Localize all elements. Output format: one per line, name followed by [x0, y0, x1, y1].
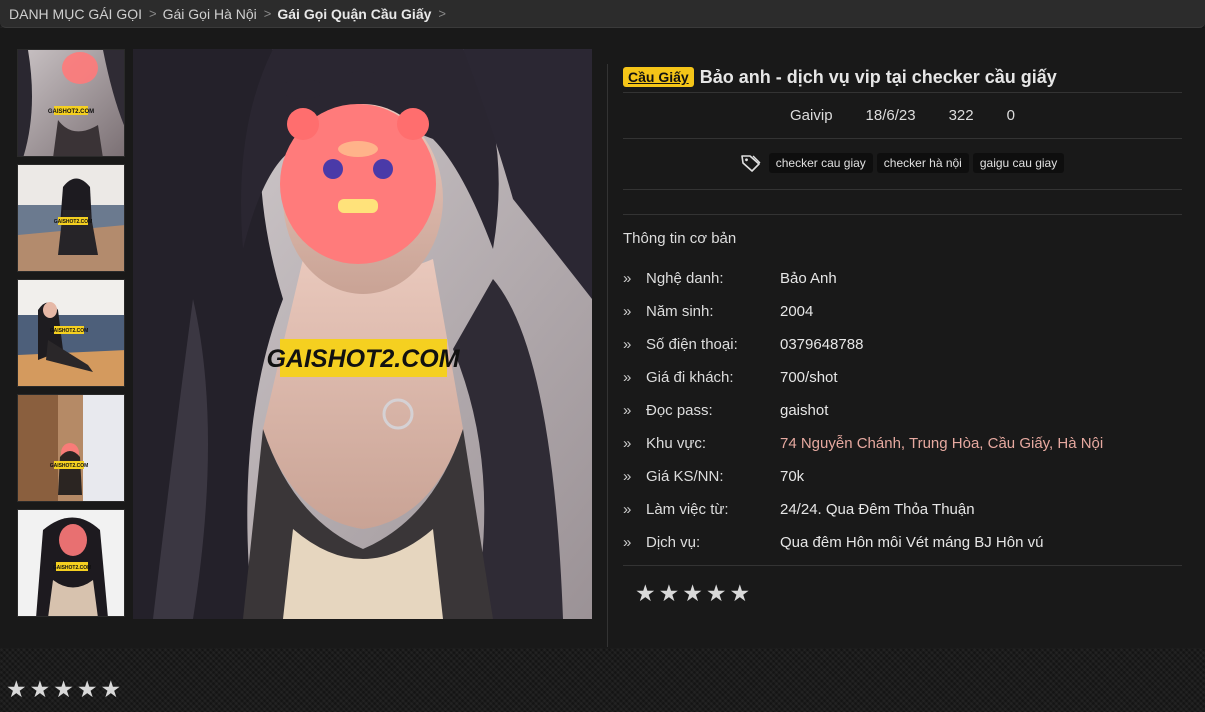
divider: [623, 189, 1182, 190]
detail-value: Bảo Anh: [780, 270, 837, 287]
star-icon[interactable]: ★: [730, 580, 751, 614]
detail-label: Số điện thoại:: [646, 336, 738, 353]
thumbnail-list: GAISHOT2.COM GAISHOT2.COM GAISHOT2.COM G…: [17, 49, 125, 624]
detail-value: 24/24. Qua Đêm Thỏa Thuận: [780, 501, 975, 518]
watermark-text: GAISHOT2.COM: [53, 565, 92, 571]
post-comments[interactable]: 0: [1007, 107, 1015, 124]
section-title: Thông tin cơ bản: [623, 230, 737, 247]
post-meta: Gaivip 18/6/23 322 0: [623, 93, 1182, 138]
divider: [623, 214, 1182, 215]
star-icon[interactable]: ★: [706, 580, 727, 614]
detail-row-hours: » Làm việc từ: 24/24. Qua Đêm Thỏa Thuận: [623, 493, 1182, 526]
thumbnail-4[interactable]: GAISHOT2.COM: [17, 394, 125, 502]
watermark-text: GAISHOT2.COM: [50, 463, 89, 469]
tag-checker-cau-giay[interactable]: checker cau giay: [768, 153, 873, 173]
post-views: 322: [948, 107, 974, 124]
thumbnail-3[interactable]: GAISHOT2.COM: [17, 279, 125, 387]
tag-icon: [740, 155, 761, 172]
thumbnail-5[interactable]: GAISHOT2.COM: [17, 509, 125, 617]
chevron-right-icon: >: [263, 6, 272, 21]
detail-label: Đọc pass:: [646, 402, 713, 419]
breadcrumb-item-hanoi[interactable]: Gái Gọi Hà Nội: [163, 6, 257, 22]
divider: [607, 64, 608, 647]
star-icon[interactable]: ★: [682, 580, 703, 614]
detail-label: Dịch vụ:: [646, 534, 701, 551]
rating-stars-bottom[interactable]: ★ ★ ★ ★ ★: [6, 676, 121, 703]
detail-row-phone: » Số điện thoại: 0379648788: [623, 328, 1182, 361]
detail-row-area: » Khu vực: 74 Nguyễn Chánh, Trung Hòa, C…: [623, 427, 1182, 460]
face-sticker: [280, 104, 436, 264]
detail-value: 700/shot: [780, 369, 838, 386]
detail-row-services: » Dịch vụ: Qua đêm Hôn môi Vét máng BJ H…: [623, 526, 1182, 559]
tag-gaigu-cau-giay[interactable]: gaigu cau giay: [972, 153, 1065, 173]
detail-label: Giá đi khách:: [646, 369, 734, 386]
detail-row-pass: » Đọc pass: gaishot: [623, 394, 1182, 427]
detail-value: 2004: [780, 303, 814, 320]
double-chevron-icon: »: [623, 402, 632, 419]
detail-row-birth-year: » Năm sinh: 2004: [623, 295, 1182, 328]
detail-row-hotel-price: » Giá KS/NN: 70k: [623, 460, 1182, 493]
chevron-right-icon: >: [149, 6, 157, 21]
double-chevron-icon: »: [623, 369, 632, 386]
post-author[interactable]: Gaivip: [790, 107, 833, 124]
star-icon[interactable]: ★: [635, 580, 656, 614]
star-icon[interactable]: ★: [659, 580, 680, 614]
tag-checker-ha-noi[interactable]: checker hà nội: [876, 153, 969, 173]
detail-value: 0379648788: [780, 336, 864, 353]
star-icon[interactable]: ★: [77, 676, 98, 703]
breadcrumb-item-category[interactable]: DANH MỤC GÁI GỌI: [9, 6, 142, 22]
watermark-text: GAISHOT2.COM: [48, 109, 94, 115]
rating-stars[interactable]: ★ ★ ★ ★ ★: [623, 566, 1182, 614]
double-chevron-icon: »: [623, 303, 632, 320]
double-chevron-icon: »: [623, 534, 632, 551]
chevron-right-icon: >: [438, 6, 446, 21]
star-icon[interactable]: ★: [6, 676, 27, 703]
main-photo[interactable]: GAISHOT2.COM: [133, 49, 592, 619]
double-chevron-icon: »: [623, 270, 632, 287]
breadcrumb-item-current: Gái Gọi Quận Cầu Giấy: [277, 5, 432, 22]
star-icon[interactable]: ★: [53, 676, 74, 703]
detail-label: Làm việc từ:: [646, 501, 729, 518]
category-badge[interactable]: Cầu Giấy: [623, 67, 694, 87]
double-chevron-icon: »: [623, 468, 632, 485]
post-panel: GAISHOT2.COM GAISHOT2.COM GAISHOT2.COM G…: [0, 28, 1205, 648]
post-date: 18/6/23: [865, 107, 916, 124]
detail-row-price: » Giá đi khách: 700/shot: [623, 361, 1182, 394]
area-link[interactable]: 74 Nguyễn Chánh, Trung Hòa, Cầu Giấy, Hà…: [780, 435, 1103, 452]
detail-value: Qua đêm Hôn môi Vét máng BJ Hôn vú: [780, 534, 1044, 551]
detail-value: gaishot: [780, 402, 829, 419]
detail-label: Giá KS/NN:: [646, 468, 724, 485]
watermark-text: GAISHOT2.COM: [54, 219, 93, 225]
post-title: Bảo anh - dịch vụ vip tại checker cầu gi…: [699, 66, 1057, 87]
thumbnail-2[interactable]: GAISHOT2.COM: [17, 164, 125, 272]
detail-label: Khu vực:: [646, 435, 707, 452]
post-info: Cầu Giấy Bảo anh - dịch vụ vip tại check…: [623, 56, 1182, 614]
tag-list: checker cau giay checker hà nội gaigu ca…: [623, 139, 1182, 187]
double-chevron-icon: »: [623, 501, 632, 518]
star-icon[interactable]: ★: [30, 676, 51, 703]
detail-row-stage-name: » Nghệ danh: Bảo Anh: [623, 262, 1182, 295]
watermark-text: GAISHOT2.COM: [50, 328, 89, 334]
thumbnail-1[interactable]: GAISHOT2.COM: [17, 49, 125, 157]
watermark-text: GAISHOT2.COM: [266, 345, 460, 373]
detail-label: Nghệ danh:: [646, 270, 724, 287]
detail-value: 70k: [780, 468, 805, 485]
detail-label: Năm sinh:: [646, 303, 714, 320]
double-chevron-icon: »: [623, 435, 632, 452]
breadcrumb: DANH MỤC GÁI GỌI > Gái Gọi Hà Nội > Gái …: [0, 0, 1205, 28]
star-icon[interactable]: ★: [101, 676, 122, 703]
double-chevron-icon: »: [623, 336, 632, 353]
